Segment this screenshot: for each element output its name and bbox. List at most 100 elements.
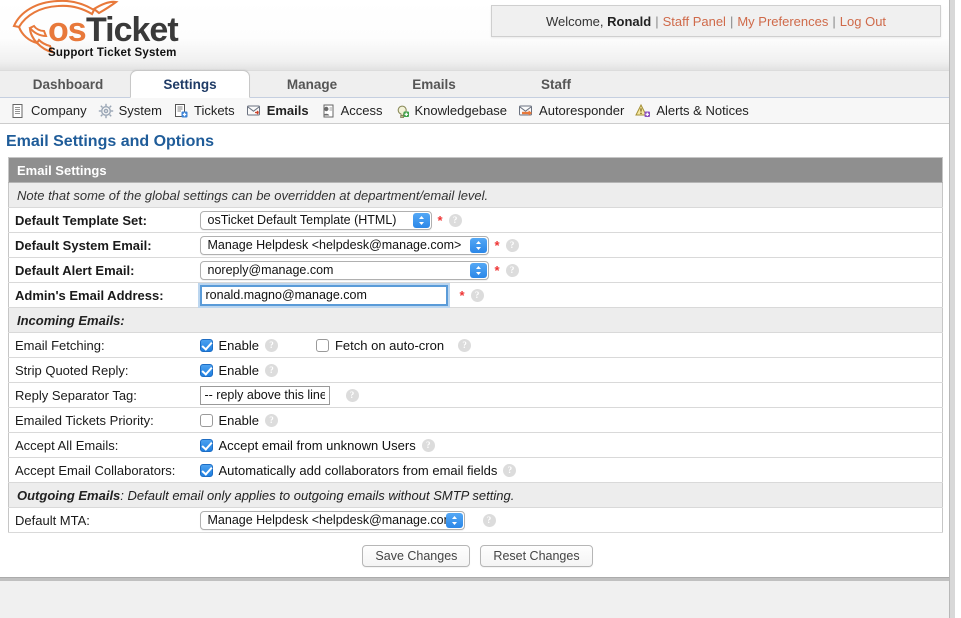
label-default-system-email: Default System Email: [8,232,194,258]
default-alert-email-select[interactable]: noreply@manage.com [199,260,489,280]
tab-settings[interactable]: Settings [130,70,250,98]
section-outgoing-emails: Outgoing Emails: Default email only appl… [8,482,943,508]
help-icon[interactable]: ? [448,213,462,227]
subnav-item-emails[interactable]: Emails [244,98,318,123]
welcome-sep-2: | [729,13,734,29]
help-icon[interactable]: ? [505,238,519,252]
default-system-email-select[interactable]: Manage Helpdesk <helpdesk@manage.com> [199,235,489,255]
row-accept-all-emails: Accept All Emails: Accept email from unk… [8,432,943,458]
accept-all-emails-checkbox[interactable] [199,438,213,452]
row-default-system-email: Default System Email: Manage Helpdesk <h… [8,232,943,258]
envelope-icon [246,103,262,119]
email-fetching-enable-label[interactable]: Enable [219,338,259,353]
label-email-fetching: Email Fetching: [8,332,194,358]
help-icon[interactable]: ? [264,413,278,427]
tab-dashboard[interactable]: Dashboard [8,71,128,97]
help-icon[interactable]: ? [482,513,496,527]
subnav-item-system[interactable]: System [96,98,171,123]
panel-note-text: Note that some of the global settings ca… [8,182,943,208]
label-emailed-tickets-priority: Emailed Tickets Priority: [8,407,194,433]
subnav-item-access[interactable]: Access [318,98,392,123]
default-alert-email-value: noreply@manage.com [207,263,334,277]
tab-staff[interactable]: Staff [496,71,616,97]
osticket-logo-svg: os Ticket Support Ticket System [12,0,179,59]
reset-changes-button[interactable]: Reset Changes [480,545,593,567]
label-strip-quoted-reply: Strip Quoted Reply: [8,357,194,383]
svg-text:Ticket: Ticket [86,11,178,49]
help-icon[interactable]: ? [458,338,472,352]
fetch-auto-cron-label[interactable]: Fetch on auto-cron [335,338,444,353]
chevron-updown-icon[interactable] [469,262,487,278]
section-incoming-emails: Incoming Emails: [8,307,943,333]
strip-quoted-reply-label[interactable]: Enable [219,363,259,378]
row-default-mta: Default MTA: Manage Helpdesk <helpdesk@m… [8,507,943,533]
chevron-updown-icon[interactable] [445,512,463,528]
fetch-auto-cron-checkbox[interactable] [315,338,329,352]
label-accept-email-collaborators: Accept Email Collaborators: [8,457,194,483]
emailed-tickets-priority-checkbox[interactable] [199,413,213,427]
email-settings-form: Email Settings Note that some of the glo… [8,157,943,533]
default-template-set-select[interactable]: osTicket Default Template (HTML) [199,210,432,230]
required-marker: * [494,237,500,253]
row-admin-email-address: Admin's Email Address: * ? [8,282,943,308]
section-outgoing-note: : Default email only applies to outgoing… [120,487,515,503]
staff-panel-link[interactable]: Staff Panel [663,14,726,29]
chevron-updown-icon[interactable] [412,212,430,228]
help-icon[interactable]: ? [505,263,519,277]
row-default-alert-email: Default Alert Email: noreply@manage.com [8,257,943,283]
section-outgoing-label: Outgoing Emails [17,487,121,503]
strip-quoted-reply-checkbox[interactable] [199,363,213,377]
tab-manage[interactable]: Manage [252,71,372,97]
subnav-item-autoresponder[interactable]: Autoresponder [516,98,633,123]
footer [0,581,955,618]
row-default-template-set: Default Template Set: osTicket Default T… [8,207,943,233]
gear-icon [98,103,114,119]
chevron-updown-icon[interactable] [469,237,487,253]
help-icon[interactable]: ? [264,338,278,352]
subnav-label-emails: Emails [266,103,309,118]
subnav-label-system: System [118,103,162,118]
lightbulb-icon [394,103,410,119]
label-reply-separator-tag: Reply Separator Tag: [8,382,194,408]
subnav-item-company[interactable]: Company [8,98,96,123]
label-admin-email-address: Admin's Email Address: [8,282,194,308]
panel-header-label: Email Settings [8,157,943,183]
welcome-greeting: Welcome, [545,13,604,29]
help-icon[interactable]: ? [264,363,278,377]
welcome-bar: Welcome, Ronald | Staff Panel | My Prefe… [491,5,941,37]
admin-email-address-input[interactable] [197,282,450,308]
help-icon[interactable]: ? [421,438,435,452]
accept-email-collaborators-checkbox[interactable] [199,463,213,477]
subnav-item-knowledgebase[interactable]: Knowledgebase [392,98,517,123]
subnav-item-tickets[interactable]: Tickets [171,98,244,123]
welcome-sep-1: | [655,13,659,29]
page-title: Email Settings and Options [6,133,215,150]
subnav-item-alerts-notices[interactable]: Alerts & Notices [633,98,757,123]
default-system-email-value: Manage Helpdesk <helpdesk@manage.com> [207,238,462,252]
required-marker: * [437,212,443,228]
warning-triangle-icon [635,103,651,119]
label-accept-all-emails: Accept All Emails: [8,432,194,458]
subnav-label-autoresponder: Autoresponder [539,103,625,118]
reply-separator-tag-input[interactable] [199,385,330,405]
subnav-label-company: Company [31,103,87,118]
logo-tagline: Support Ticket System [48,47,177,59]
welcome-username: Ronald [607,13,652,29]
email-fetching-enable-checkbox[interactable] [199,338,213,352]
accept-email-collaborators-label[interactable]: Automatically add collaborators from ema… [219,463,498,478]
default-mta-select[interactable]: Manage Helpdesk <helpdesk@manage.com> [199,510,465,530]
save-changes-button[interactable]: Save Changes [362,545,471,567]
help-icon[interactable]: ? [470,288,484,302]
emailed-tickets-priority-label[interactable]: Enable [219,413,259,428]
subnav-label-access: Access [340,103,383,118]
my-preferences-link[interactable]: My Preferences [737,14,828,29]
envelope-arrow-icon [518,103,534,119]
log-out-link[interactable]: Log Out [840,14,886,29]
app-window: os Ticket Support Ticket System Welcome,… [0,0,955,618]
help-icon[interactable]: ? [345,388,359,402]
osticket-logo[interactable]: os Ticket Support Ticket System [6,0,196,62]
accept-all-emails-label[interactable]: Accept email from unknown Users [219,438,416,453]
help-icon[interactable]: ? [503,463,517,477]
default-mta-value: Manage Helpdesk <helpdesk@manage.com> [207,513,462,527]
tab-emails[interactable]: Emails [374,71,494,97]
